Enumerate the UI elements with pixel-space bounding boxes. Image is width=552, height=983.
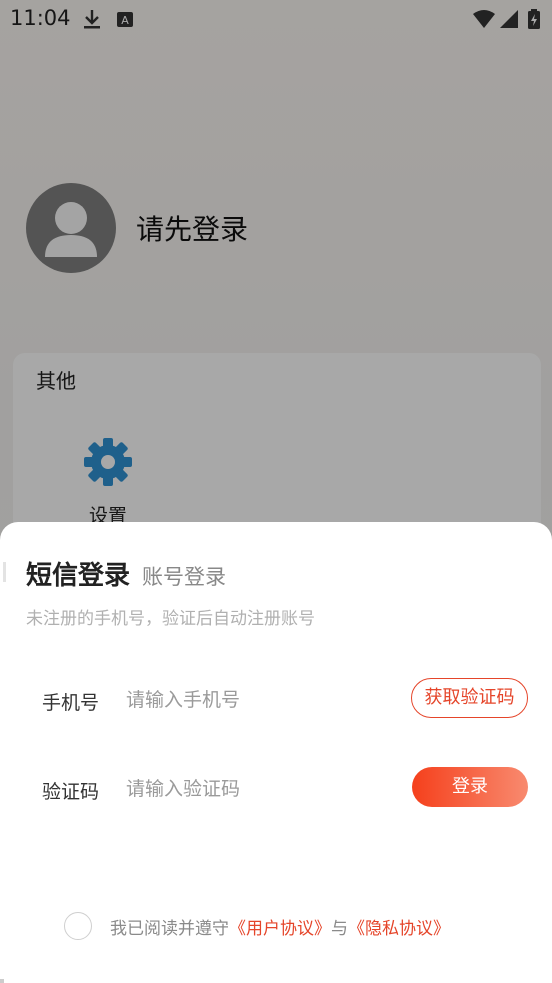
phone-row: 手机号 获取验证码	[0, 678, 552, 722]
user-agreement-link[interactable]: 《用户协议》	[229, 914, 331, 939]
login-sheet: 短信登录 账号登录 未注册的手机号，验证后自动注册账号 手机号 获取验证码 验证…	[0, 522, 552, 983]
tab-account-login[interactable]: 账号登录	[142, 561, 226, 591]
get-code-button[interactable]: 获取验证码	[411, 678, 528, 718]
agree-checkbox[interactable]	[64, 912, 92, 940]
privacy-agreement-link[interactable]: 《隐私协议》	[348, 914, 450, 939]
nav-handle	[0, 979, 4, 983]
agree-text: 我已阅读并遵守	[110, 918, 229, 939]
login-button[interactable]: 登录	[412, 767, 528, 807]
and-text: 与	[331, 918, 348, 939]
phone-label: 手机号	[42, 692, 100, 714]
login-tabs: 短信登录 账号登录	[26, 555, 226, 592]
agreement-row: 我已阅读并遵守 《用户协议》 与 《隐私协议》	[64, 912, 450, 940]
phone-input[interactable]	[124, 682, 388, 718]
tab-sms-login[interactable]: 短信登录	[26, 555, 130, 592]
code-label: 验证码	[42, 781, 100, 803]
code-input[interactable]	[124, 771, 388, 807]
code-row: 验证码 登录	[0, 767, 552, 811]
tab-indicator	[3, 562, 6, 582]
register-hint: 未注册的手机号，验证后自动注册账号	[26, 609, 315, 629]
